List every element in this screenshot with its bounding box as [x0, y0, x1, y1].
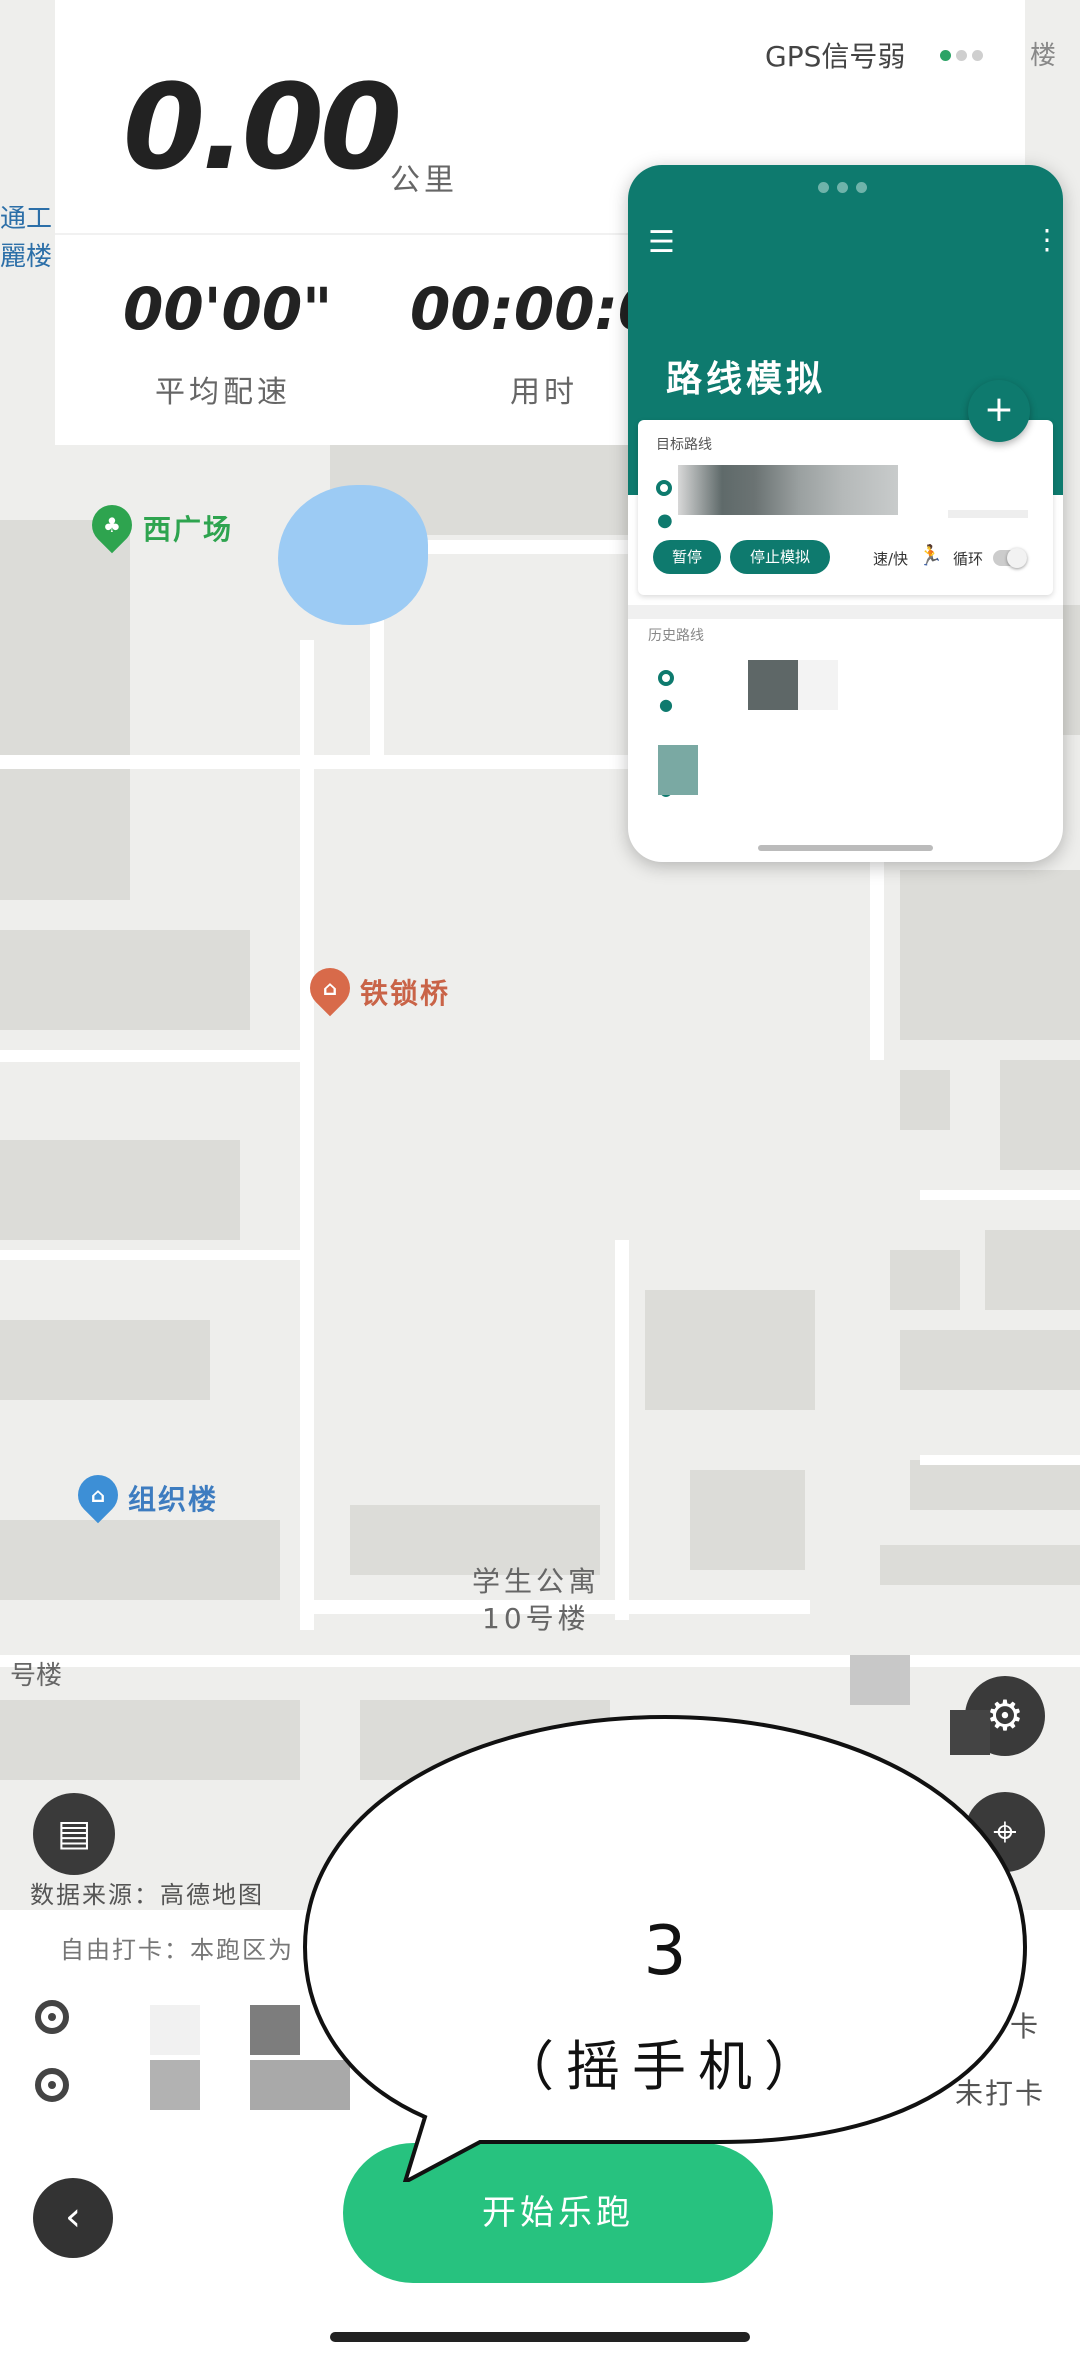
map-label-left-edge: 号楼 — [10, 1661, 63, 1691]
redacted-map-area — [850, 1655, 910, 1705]
map-road — [0, 1250, 300, 1260]
checkpoint-1-icon — [35, 2000, 69, 2034]
map-building — [0, 1320, 210, 1400]
history-item[interactable]: ● — [628, 650, 1063, 730]
map-building — [0, 1700, 300, 1780]
distance-unit: 公里 — [390, 163, 458, 198]
back-button[interactable]: ‹ — [33, 2178, 113, 2258]
countdown-number: 3 — [643, 1912, 687, 1991]
map-building — [0, 520, 130, 900]
map-road — [920, 1190, 1080, 1200]
redacted-checkpoint-2 — [150, 2060, 200, 2110]
redacted-route-name — [678, 465, 898, 515]
map-building — [985, 1230, 1080, 1310]
running-icon: 🏃 — [918, 543, 943, 567]
redacted-history-name — [658, 745, 698, 795]
time-label: 用时 — [510, 375, 578, 410]
pause-button[interactable]: 暂停 — [653, 540, 721, 574]
route-simulation-window[interactable]: ☰ ⋮ 路线模拟 目标路线 ● + 暂停 停止模拟 速/快 🏃 循环 历史路线 … — [628, 165, 1063, 862]
data-source-text: 数据来源：高德地图 — [30, 1881, 264, 1909]
map-building — [0, 1140, 240, 1240]
history-item[interactable]: ● — [628, 745, 1063, 825]
dorm-label-line2: 10号楼 — [482, 1602, 590, 1635]
map-building — [900, 1070, 950, 1130]
redacted-history-name — [748, 660, 798, 710]
add-route-button[interactable]: + — [968, 380, 1030, 442]
redacted-route-detail — [948, 510, 1028, 518]
gps-status-text: GPS信号弱 — [765, 40, 906, 73]
history-divider — [628, 605, 1063, 619]
map-road — [0, 1655, 1080, 1667]
loop-toggle[interactable] — [993, 548, 1027, 568]
loop-label: 循环 — [953, 550, 984, 568]
park-pin-icon[interactable]: ♣ — [83, 496, 141, 554]
map-building — [1000, 1060, 1080, 1170]
redacted-checkpoint-1 — [150, 2005, 200, 2055]
map-road — [615, 1240, 629, 1620]
map-building — [910, 1460, 1080, 1510]
map-road — [0, 1050, 300, 1062]
map-building — [690, 1470, 805, 1570]
map-building — [890, 1250, 960, 1310]
history-end-icon: ● — [659, 695, 673, 714]
history-start-icon — [658, 670, 674, 686]
building-pin-icon[interactable]: ⌂ — [69, 1466, 127, 1524]
pace-label: 平均配速 — [155, 375, 291, 410]
dorm-label-line1: 学生公寓 — [472, 1565, 601, 1598]
time-value: 00:00:0 — [410, 275, 659, 343]
map-label-top-left-2: 麗楼 — [0, 242, 53, 272]
pace-value: 00'00" — [123, 275, 333, 343]
checkpoint-2-icon — [35, 2068, 69, 2102]
end-point-icon: ● — [657, 510, 673, 531]
run-log-icon[interactable]: ▤ — [33, 1793, 115, 1875]
map-road — [300, 640, 314, 1630]
window-drag-handle-icon[interactable] — [818, 178, 875, 197]
poi-building[interactable]: 组织楼 — [128, 1478, 218, 1518]
redacted-history-name — [798, 660, 838, 710]
instruction-speech-bubble: 3 （摇手机） — [300, 1712, 1030, 2187]
map-building — [900, 870, 1080, 1040]
target-route-label: 目标路线 — [656, 437, 712, 453]
stop-simulation-button[interactable]: 停止模拟 — [730, 540, 830, 574]
map-building — [645, 1290, 815, 1410]
sim-title: 路线模拟 — [666, 359, 827, 400]
landmark-pin-icon[interactable]: ⌂ — [301, 959, 359, 1017]
start-point-icon — [656, 480, 672, 496]
poi-west-square[interactable]: 西广场 — [143, 508, 233, 548]
history-route-label: 历史路线 — [648, 628, 704, 644]
map-building — [880, 1545, 1080, 1585]
free-checkin-text: 自由打卡：本跑区为 — [60, 1936, 294, 1964]
window-resize-handle[interactable] — [758, 845, 933, 851]
map-road — [870, 860, 884, 1060]
map-building — [0, 930, 250, 1030]
shake-phone-text: （摇手机） — [500, 2035, 830, 2098]
map-building — [900, 1330, 1080, 1390]
more-options-icon[interactable]: ⋮ — [1033, 223, 1061, 256]
map-building — [0, 1520, 280, 1600]
speed-label: 速/快 — [873, 550, 909, 568]
poi-bridge[interactable]: 铁锁桥 — [360, 972, 450, 1012]
home-indicator[interactable] — [330, 2332, 750, 2342]
map-label-top-left-1: 通工 — [0, 204, 53, 234]
gps-signal-icon — [940, 46, 988, 65]
redacted-checkpoint-1 — [250, 2005, 300, 2055]
distance-value: 0.00 — [123, 58, 402, 196]
map-lake — [278, 485, 428, 625]
menu-icon[interactable]: ☰ — [648, 225, 675, 260]
map-road — [920, 1455, 1080, 1465]
map-label-top-right: 楼 — [1030, 41, 1057, 71]
